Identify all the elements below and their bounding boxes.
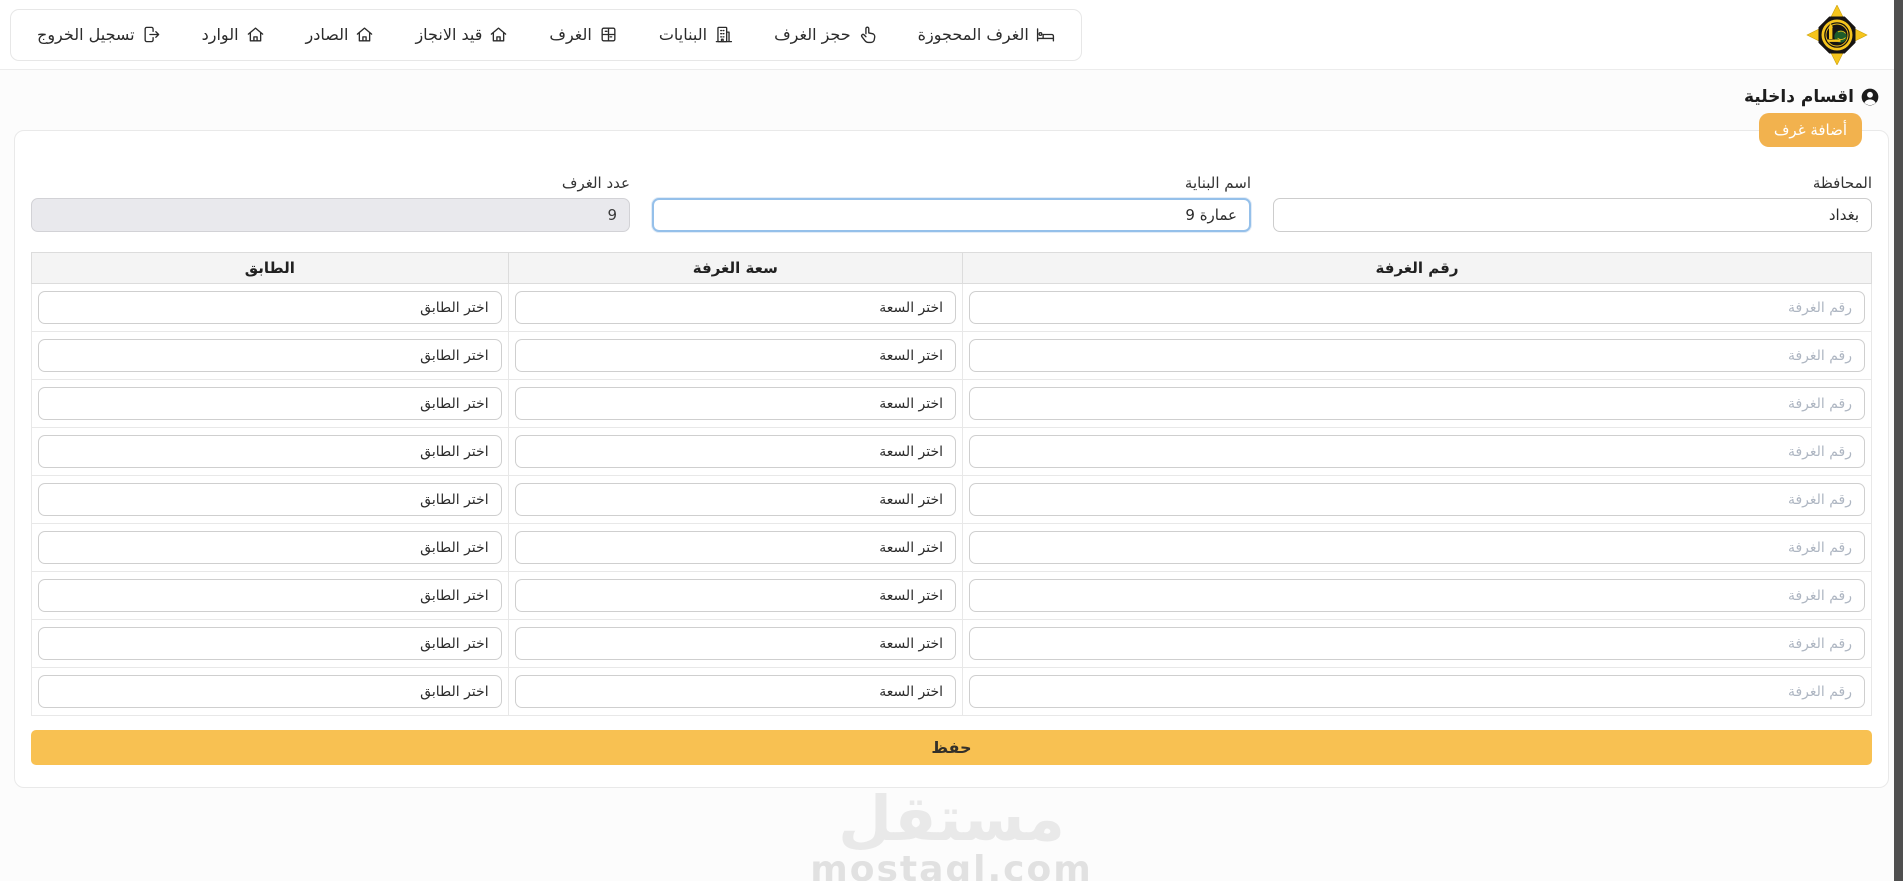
governorate-label: المحافظة: [1812, 174, 1872, 192]
building-name-input[interactable]: [652, 198, 1251, 232]
capacity-select[interactable]: اختر السعة: [514, 291, 957, 324]
room-number-header: رقم الغرفة: [962, 252, 1872, 284]
nav-item-label: تسجيل الخروج: [37, 25, 135, 44]
floor-select[interactable]: اختر الطابق: [38, 435, 502, 468]
nav-item-label: الوارد: [201, 25, 239, 44]
university-logo[interactable]: [1804, 3, 1870, 66]
floor-select[interactable]: اختر الطابق: [38, 627, 502, 660]
room-number-input[interactable]: [969, 387, 1865, 420]
table-row: اختر السعة اختر الطابق: [31, 571, 1872, 620]
main-nav: الغرف المحجوزة حجز الغرف البنايات الغرف: [10, 8, 1082, 61]
capacity-select[interactable]: اختر السعة: [514, 387, 957, 420]
rooms-count-label: عدد الغرف: [561, 174, 630, 192]
incoming-icon: [247, 27, 263, 42]
nav-item-label: الغرف المحجوزة: [917, 25, 1029, 44]
capacity-select[interactable]: اختر السعة: [514, 435, 957, 468]
table-row: اختر السعة اختر الطابق: [31, 523, 1872, 572]
floor-select[interactable]: اختر الطابق: [38, 387, 502, 420]
floor-select[interactable]: اختر الطابق: [38, 531, 502, 564]
user-icon: [1861, 88, 1879, 106]
room-number-input[interactable]: [969, 483, 1865, 516]
add-rooms-button[interactable]: أضافة غرف: [1758, 113, 1862, 147]
rooms-count-input: [31, 198, 630, 232]
nav-item-reserved-rooms[interactable]: الغرف المحجوزة: [918, 25, 1055, 44]
nav-item-label: الصادر: [305, 25, 349, 44]
building-name-field-group: اسم البناية: [652, 174, 1251, 232]
table-row: اختر السعة اختر الطابق: [31, 427, 1872, 476]
floor-select[interactable]: اختر الطابق: [38, 483, 502, 516]
mostaql-logo-text: مستقل: [838, 782, 1065, 855]
table-row: اختر السعة اختر الطابق: [31, 379, 1872, 428]
building-name-label: اسم البناية: [1184, 174, 1251, 192]
floor-select[interactable]: اختر الطابق: [38, 579, 502, 612]
mostaql-site-text: mostaql.com: [810, 849, 1093, 881]
table-row: اختر السعة اختر الطابق: [31, 283, 1872, 332]
nav-item-incoming[interactable]: الوارد: [202, 25, 265, 44]
capacity-select[interactable]: اختر السعة: [514, 339, 957, 372]
table-row: اختر السعة اختر الطابق: [31, 667, 1872, 716]
in-progress-icon: [491, 27, 507, 42]
nav-item-label: قيد الانجاز: [415, 25, 483, 44]
rooms-icon: [601, 27, 616, 42]
capacity-select[interactable]: اختر السعة: [514, 579, 957, 612]
room-number-input[interactable]: [969, 675, 1865, 708]
room-capacity-header: سعة الغرفة: [507, 252, 964, 284]
capacity-select[interactable]: اختر السعة: [514, 627, 957, 660]
floor-select[interactable]: اختر الطابق: [38, 339, 502, 372]
table-row: اختر السعة اختر الطابق: [31, 475, 1872, 524]
floor-select[interactable]: اختر الطابق: [38, 291, 502, 324]
topbar: الغرف المحجوزة حجز الغرف البنايات الغرف: [0, 0, 1903, 70]
capacity-select[interactable]: اختر السعة: [514, 483, 957, 516]
nav-item-book-rooms[interactable]: حجز الغرف: [774, 25, 877, 44]
nav-item-logout[interactable]: تسجيل الخروج: [37, 25, 161, 44]
university-emblem-icon: [1806, 3, 1868, 66]
book-rooms-icon: [860, 26, 876, 44]
page-title: اقسام داخلية: [1744, 87, 1880, 107]
governorate-field-group: المحافظة: [1273, 174, 1872, 232]
room-number-input[interactable]: [969, 339, 1865, 372]
capacity-select[interactable]: اختر السعة: [514, 675, 957, 708]
rooms-form-card: المحافظة اسم البناية عدد الغرف رقم الغرف…: [14, 130, 1889, 788]
capacity-select[interactable]: اختر السعة: [514, 531, 957, 564]
room-number-input[interactable]: [969, 627, 1865, 660]
governorate-input[interactable]: [1273, 198, 1872, 232]
nav-item-rooms[interactable]: الغرف: [549, 25, 617, 44]
room-number-input[interactable]: [969, 291, 1865, 324]
nav-item-in-progress[interactable]: قيد الانجاز: [415, 25, 508, 44]
room-number-input[interactable]: [969, 531, 1865, 564]
nav-item-label: حجز الغرف: [774, 25, 851, 44]
vertical-scrollbar[interactable]: [1894, 0, 1903, 881]
reserved-rooms-icon: [1036, 28, 1054, 42]
room-number-input[interactable]: [969, 579, 1865, 612]
floor-select[interactable]: اختر الطابق: [38, 675, 502, 708]
watermark: مستقل mostaql.com: [0, 788, 1903, 881]
rooms-table: رقم الغرفة سعة الغرفة الطابق اختر السعة …: [31, 252, 1872, 716]
rooms-count-field-group: عدد الغرف: [31, 174, 630, 232]
page-title-text: اقسام داخلية: [1743, 87, 1854, 107]
outgoing-icon: [357, 27, 373, 42]
room-number-input[interactable]: [969, 435, 1865, 468]
table-row: اختر السعة اختر الطابق: [31, 331, 1872, 380]
logout-icon: [144, 26, 159, 43]
nav-item-outgoing[interactable]: الصادر: [306, 25, 375, 44]
buildings-icon: [715, 26, 733, 43]
table-row: اختر السعة اختر الطابق: [31, 619, 1872, 668]
nav-item-label: البنايات: [658, 25, 708, 44]
floor-header: الطابق: [31, 252, 509, 284]
nav-item-label: الغرف: [549, 25, 592, 44]
save-button[interactable]: حفظ: [31, 730, 1872, 765]
building-info-row: المحافظة اسم البناية عدد الغرف: [31, 174, 1872, 232]
nav-item-buildings[interactable]: البنايات: [659, 25, 733, 44]
table-header-row: رقم الغرفة سعة الغرفة الطابق: [31, 252, 1872, 284]
